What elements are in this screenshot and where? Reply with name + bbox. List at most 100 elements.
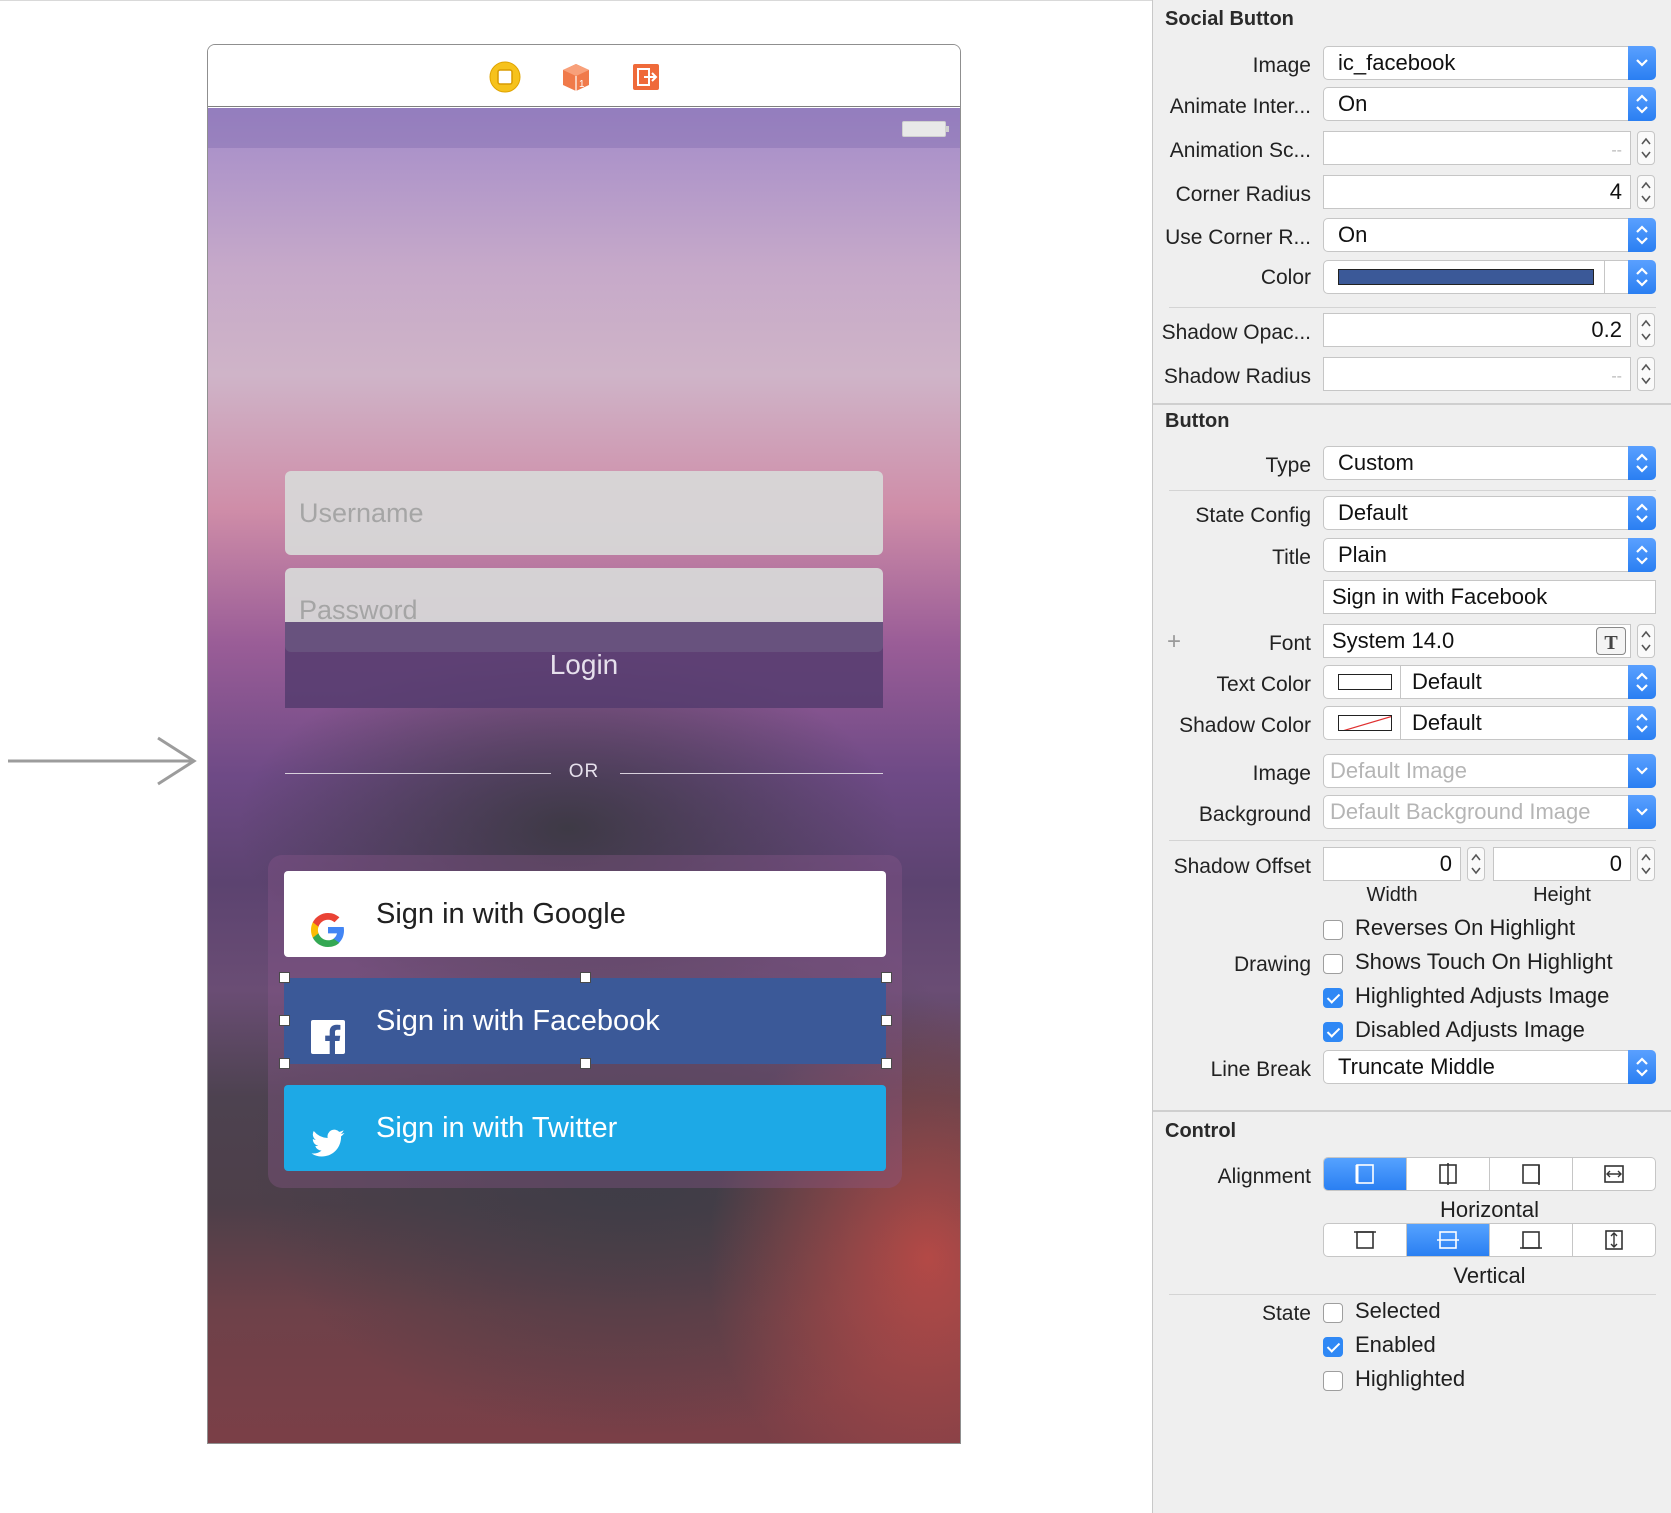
shadow-opacity-stepper[interactable] [1637, 313, 1655, 347]
shadow-color-popup[interactable]: Default [1323, 706, 1656, 740]
align-center-vertical-icon[interactable] [1407, 1224, 1491, 1256]
text-color-swatch[interactable] [1338, 674, 1392, 690]
drawing-checkbox-label-2[interactable]: Shows Touch On Highlight [1355, 949, 1613, 975]
title-type-popup[interactable]: Plain [1323, 538, 1656, 572]
battery-icon [902, 121, 949, 137]
resize-handle-top-left[interactable] [279, 972, 290, 983]
chevron-down-icon[interactable] [1628, 754, 1656, 788]
shadow-offset-height-field[interactable]: 0 [1493, 847, 1631, 881]
shadow-color-value: Default [1412, 710, 1482, 735]
animation-scale-stepper[interactable] [1637, 131, 1655, 165]
login-button[interactable]: Login [285, 622, 883, 708]
resize-handle-left[interactable] [279, 1015, 290, 1026]
section-divider [1153, 403, 1671, 405]
twitter-sign-in-button[interactable]: Sign in with Twitter [284, 1085, 886, 1171]
shadow-radius-field[interactable]: -- [1323, 357, 1631, 391]
use-corner-popup[interactable]: On [1323, 218, 1656, 252]
exit-icon[interactable] [630, 61, 662, 93]
resize-handle-bottom-right[interactable] [881, 1058, 892, 1069]
shadow-opacity-field[interactable]: 0.2 [1323, 313, 1631, 347]
resize-handle-bottom[interactable] [580, 1058, 591, 1069]
up-down-chevron-icon[interactable] [1628, 706, 1656, 740]
align-left-icon[interactable] [1324, 1158, 1408, 1190]
color-swatch[interactable] [1338, 269, 1594, 285]
up-down-chevron-icon[interactable] [1628, 446, 1656, 480]
font-size-stepper[interactable] [1637, 624, 1655, 658]
or-separator: OR [285, 758, 883, 788]
chevron-down-icon[interactable] [1628, 46, 1656, 80]
align-fill-vertical-icon[interactable] [1573, 1224, 1655, 1256]
image-combobox[interactable]: ic_facebook [1323, 46, 1656, 80]
view-controller-scene[interactable]: 1 Username Password Login OR Sign in wit… [207, 44, 961, 1444]
align-center-horizontal-icon[interactable] [1407, 1158, 1491, 1190]
state-checkbox-2[interactable] [1323, 1337, 1343, 1357]
drawing-checkbox-label-1[interactable]: Reverses On Highlight [1355, 915, 1575, 941]
username-field[interactable]: Username [285, 471, 883, 555]
type-popup[interactable]: Custom [1323, 446, 1656, 480]
up-down-chevron-icon[interactable] [1628, 260, 1656, 294]
font-label: Font [1268, 632, 1311, 655]
align-right-icon[interactable] [1490, 1158, 1574, 1190]
drawing-checkbox-3[interactable] [1323, 988, 1343, 1008]
align-fill-horizontal-icon[interactable] [1573, 1158, 1655, 1190]
shadow-radius-stepper[interactable] [1637, 357, 1655, 391]
up-down-chevron-icon[interactable] [1628, 1050, 1656, 1084]
corner-radius-field[interactable]: 4 [1323, 175, 1631, 209]
storyboard-canvas[interactable]: 1 Username Password Login OR Sign in wit… [0, 0, 1152, 1513]
state-checkbox-1[interactable] [1323, 1303, 1343, 1323]
shadow-offset-width-field[interactable]: 0 [1323, 847, 1461, 881]
up-down-chevron-icon[interactable] [1628, 538, 1656, 572]
title-text-field[interactable]: Sign in with Facebook [1323, 580, 1656, 614]
drawing-checkbox-4[interactable] [1323, 1022, 1343, 1042]
shadow-offset-height-stepper[interactable] [1637, 847, 1655, 881]
horizontal-alignment-control[interactable] [1323, 1157, 1656, 1191]
xcode-window: 1 Username Password Login OR Sign in wit… [0, 0, 1671, 1513]
resize-handle-right[interactable] [881, 1015, 892, 1026]
state-checkbox-label-2[interactable]: Enabled [1355, 1332, 1436, 1358]
animation-scale-label: Animation Sc... [1169, 139, 1311, 162]
entry-point-arrow-icon[interactable] [8, 736, 200, 786]
chevron-down-icon[interactable] [1628, 795, 1656, 829]
view-controller-icon[interactable] [489, 61, 521, 93]
state-config-popup[interactable]: Default [1323, 496, 1656, 530]
color-well-popup[interactable] [1323, 260, 1656, 294]
state-checkbox-label-3[interactable]: Highlighted [1355, 1366, 1465, 1392]
or-label: OR [568, 761, 600, 782]
drawing-checkbox-label-4[interactable]: Disabled Adjusts Image [1355, 1017, 1585, 1043]
resize-handle-top-right[interactable] [881, 972, 892, 983]
facebook-sign-in-button[interactable]: Sign in with Facebook [284, 978, 886, 1064]
section-divider [1153, 1110, 1671, 1112]
resize-handle-top[interactable] [580, 972, 591, 983]
animate-popup[interactable]: On [1323, 87, 1656, 121]
drawing-checkbox-1[interactable] [1323, 920, 1343, 940]
align-bottom-icon[interactable] [1490, 1224, 1574, 1256]
button-image-combobox[interactable]: Default Image [1323, 754, 1656, 788]
drawing-checkbox-label-3[interactable]: Highlighted Adjusts Image [1355, 983, 1609, 1009]
font-picker-icon[interactable]: T [1596, 627, 1626, 655]
state-checkbox-label-1[interactable]: Selected [1355, 1298, 1441, 1324]
align-top-icon[interactable] [1324, 1224, 1408, 1256]
resize-handle-bottom-left[interactable] [279, 1058, 290, 1069]
shadow-radius-label: Shadow Radius [1163, 365, 1311, 388]
vertical-alignment-control[interactable] [1323, 1223, 1656, 1257]
corner-radius-stepper[interactable] [1637, 175, 1655, 209]
drawing-checkbox-2[interactable] [1323, 954, 1343, 974]
first-responder-icon[interactable]: 1 [560, 61, 592, 93]
vertical-caption: Vertical [1453, 1263, 1526, 1288]
background-image-combobox[interactable]: Default Background Image [1323, 795, 1656, 829]
animation-scale-field[interactable]: -- [1323, 131, 1631, 165]
up-down-chevron-icon[interactable] [1628, 218, 1656, 252]
font-field[interactable]: System 14.0 T [1323, 624, 1631, 658]
up-down-chevron-icon[interactable] [1628, 496, 1656, 530]
width-caption: Width [1366, 884, 1418, 906]
state-checkbox-3[interactable] [1323, 1371, 1343, 1391]
line-break-popup[interactable]: Truncate Middle [1323, 1050, 1656, 1084]
up-down-chevron-icon[interactable] [1628, 87, 1656, 121]
no-color-swatch-icon[interactable] [1338, 715, 1392, 731]
add-variation-icon[interactable]: + [1167, 628, 1181, 656]
up-down-chevron-icon[interactable] [1628, 665, 1656, 699]
text-color-popup[interactable]: Default [1323, 665, 1656, 699]
twitter-button-label: Sign in with Twitter [376, 1112, 618, 1144]
shadow-offset-width-stepper[interactable] [1467, 847, 1485, 881]
google-sign-in-button[interactable]: Sign in with Google [284, 871, 886, 957]
